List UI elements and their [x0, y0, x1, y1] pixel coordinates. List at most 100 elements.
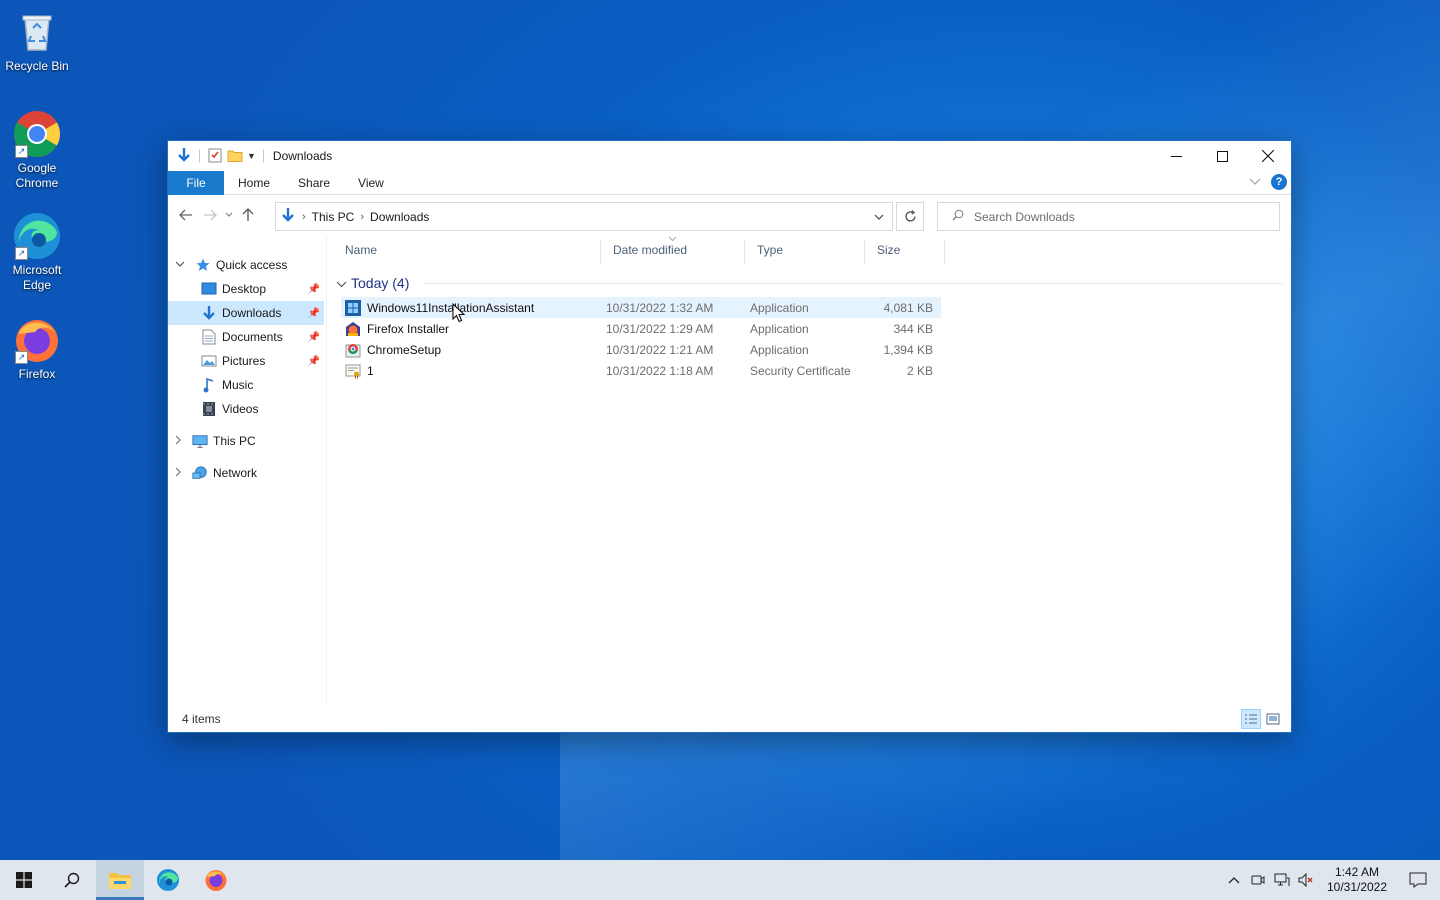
- tab-home[interactable]: Home: [224, 171, 284, 195]
- taskbar-clock[interactable]: 1:42 AM 10/31/2022: [1318, 865, 1396, 895]
- ribbon-right-controls: ?: [1249, 174, 1287, 190]
- file-name: 1: [367, 363, 374, 378]
- nav-label: This PC: [213, 434, 256, 448]
- group-header-today[interactable]: Today (4): [333, 273, 409, 293]
- tab-file[interactable]: File: [168, 170, 224, 195]
- file-explorer-icon: [109, 873, 131, 889]
- close-button[interactable]: [1245, 141, 1291, 171]
- chevron-down-icon[interactable]: [336, 275, 347, 291]
- minimize-button[interactable]: [1153, 141, 1199, 171]
- nav-label: Downloads: [222, 306, 282, 320]
- pictures-folder-icon: [201, 353, 217, 369]
- column-header-size[interactable]: Size: [865, 235, 945, 265]
- search-input[interactable]: [974, 209, 1264, 224]
- large-icons-view-button[interactable]: [1263, 709, 1283, 729]
- toolbar-separator: [262, 149, 264, 163]
- nav-item-downloads[interactable]: Downloads 📌: [168, 301, 324, 325]
- nav-network[interactable]: Network: [168, 461, 324, 485]
- file-size: 344 KB: [893, 321, 933, 336]
- search-taskbar-button[interactable]: [48, 860, 96, 900]
- nav-this-pc[interactable]: This PC: [168, 429, 324, 453]
- windows-logo-icon: [16, 872, 32, 888]
- file-name-cell: ChromeSetup: [341, 342, 441, 358]
- pin-icon[interactable]: 📌: [308, 308, 320, 319]
- maximize-button[interactable]: [1199, 141, 1245, 171]
- desktop-icon-edge[interactable]: ↗ Microsoft Edge: [0, 212, 74, 293]
- breadcrumb-downloads[interactable]: Downloads: [370, 210, 429, 224]
- taskbar-firefox[interactable]: [192, 860, 240, 900]
- nav-item-pictures[interactable]: Pictures 📌: [168, 349, 324, 373]
- item-count: 4 items: [182, 712, 221, 726]
- file-row[interactable]: Windows11InstallationAssistant 10/31/202…: [341, 297, 941, 318]
- breadcrumb-this-pc[interactable]: This PC: [312, 210, 355, 224]
- back-button[interactable]: [174, 203, 198, 227]
- nav-item-music[interactable]: Music: [168, 373, 324, 397]
- show-hidden-icons-button[interactable]: [1222, 860, 1246, 900]
- pane-divider[interactable]: [326, 235, 327, 705]
- nav-item-documents[interactable]: Documents 📌: [168, 325, 324, 349]
- downloads-location-icon: [280, 207, 296, 226]
- expand-ribbon-icon[interactable]: [1249, 175, 1261, 189]
- nav-item-desktop[interactable]: Desktop 📌: [168, 277, 324, 301]
- volume-button[interactable]: [1294, 860, 1318, 900]
- desktop-icon-firefox[interactable]: ↗ Firefox: [0, 316, 74, 382]
- address-bar[interactable]: › This PC › Downloads: [275, 202, 893, 231]
- details-view-button[interactable]: [1241, 709, 1261, 729]
- column-separator[interactable]: [944, 239, 945, 263]
- chevron-right-icon[interactable]: [175, 435, 182, 448]
- forward-button[interactable]: [198, 203, 222, 227]
- nav-label: Quick access: [216, 258, 288, 272]
- file-name: ChromeSetup: [367, 342, 442, 357]
- action-center-button[interactable]: [1396, 860, 1440, 900]
- file-size: 4,081 KB: [883, 300, 933, 315]
- chevron-right-icon[interactable]: [175, 467, 182, 480]
- help-button[interactable]: ?: [1271, 174, 1287, 190]
- pin-icon[interactable]: 📌: [308, 332, 320, 343]
- breadcrumb-separator-icon[interactable]: ›: [302, 211, 306, 223]
- nav-quick-access[interactable]: Quick access: [168, 253, 324, 277]
- taskbar-edge[interactable]: [144, 860, 192, 900]
- view-switcher: [1241, 709, 1283, 729]
- search-box[interactable]: [937, 202, 1280, 231]
- file-date: 10/31/2022 1:29 AM: [606, 321, 714, 336]
- column-header-type[interactable]: Type: [745, 235, 865, 265]
- properties-icon[interactable]: [207, 147, 223, 166]
- file-row[interactable]: Firefox Installer 10/31/2022 1:29 AM App…: [341, 318, 941, 339]
- nav-label: Network: [213, 466, 258, 480]
- column-header-name[interactable]: Name: [333, 235, 601, 265]
- sort-indicator-icon: [668, 231, 677, 245]
- desktop-icon-label: Google Chrome: [15, 161, 59, 190]
- file-name-cell: Firefox Installer: [341, 321, 449, 337]
- breadcrumb-separator-icon[interactable]: ›: [360, 211, 364, 223]
- nav-item-videos[interactable]: Videos: [168, 397, 324, 421]
- customize-toolbar-icon[interactable]: ▼: [247, 151, 256, 161]
- meet-now-button[interactable]: [1246, 860, 1270, 900]
- refresh-button[interactable]: [896, 202, 924, 231]
- file-date: 10/31/2022 1:18 AM: [606, 363, 714, 378]
- file-row[interactable]: 1 10/31/2022 1:18 AM Security Certificat…: [341, 360, 941, 381]
- desktop-icon-recycle-bin[interactable]: Recycle Bin: [0, 8, 74, 74]
- up-button[interactable]: [236, 203, 260, 227]
- chevron-down-icon[interactable]: [175, 259, 185, 271]
- computer-icon: [192, 433, 208, 449]
- desktop-icon-label: Microsoft Edge: [12, 263, 62, 292]
- address-dropdown-button[interactable]: [866, 203, 892, 230]
- start-button[interactable]: [0, 860, 48, 900]
- tab-view[interactable]: View: [344, 171, 398, 195]
- tab-share[interactable]: Share: [284, 171, 344, 195]
- file-type: Application: [750, 321, 809, 336]
- pin-icon[interactable]: 📌: [308, 284, 320, 295]
- toolbar-separator: [199, 149, 200, 163]
- desktop-icon-label: Firefox: [18, 367, 56, 381]
- pin-icon[interactable]: 📌: [308, 356, 320, 367]
- new-folder-icon[interactable]: [227, 147, 243, 166]
- star-icon: [195, 257, 211, 273]
- volume-muted-icon: [1298, 873, 1313, 887]
- recent-locations-button[interactable]: [222, 203, 236, 227]
- file-row[interactable]: ChromeSetup 10/31/2022 1:21 AM Applicati…: [341, 339, 941, 360]
- taskbar-file-explorer[interactable]: [96, 860, 144, 900]
- file-name-cell: Windows11InstallationAssistant: [341, 299, 534, 316]
- network-status-button[interactable]: [1270, 860, 1294, 900]
- desktop-icon-chrome[interactable]: ↗ Google Chrome: [0, 110, 74, 191]
- group-label: Today (4): [351, 275, 410, 291]
